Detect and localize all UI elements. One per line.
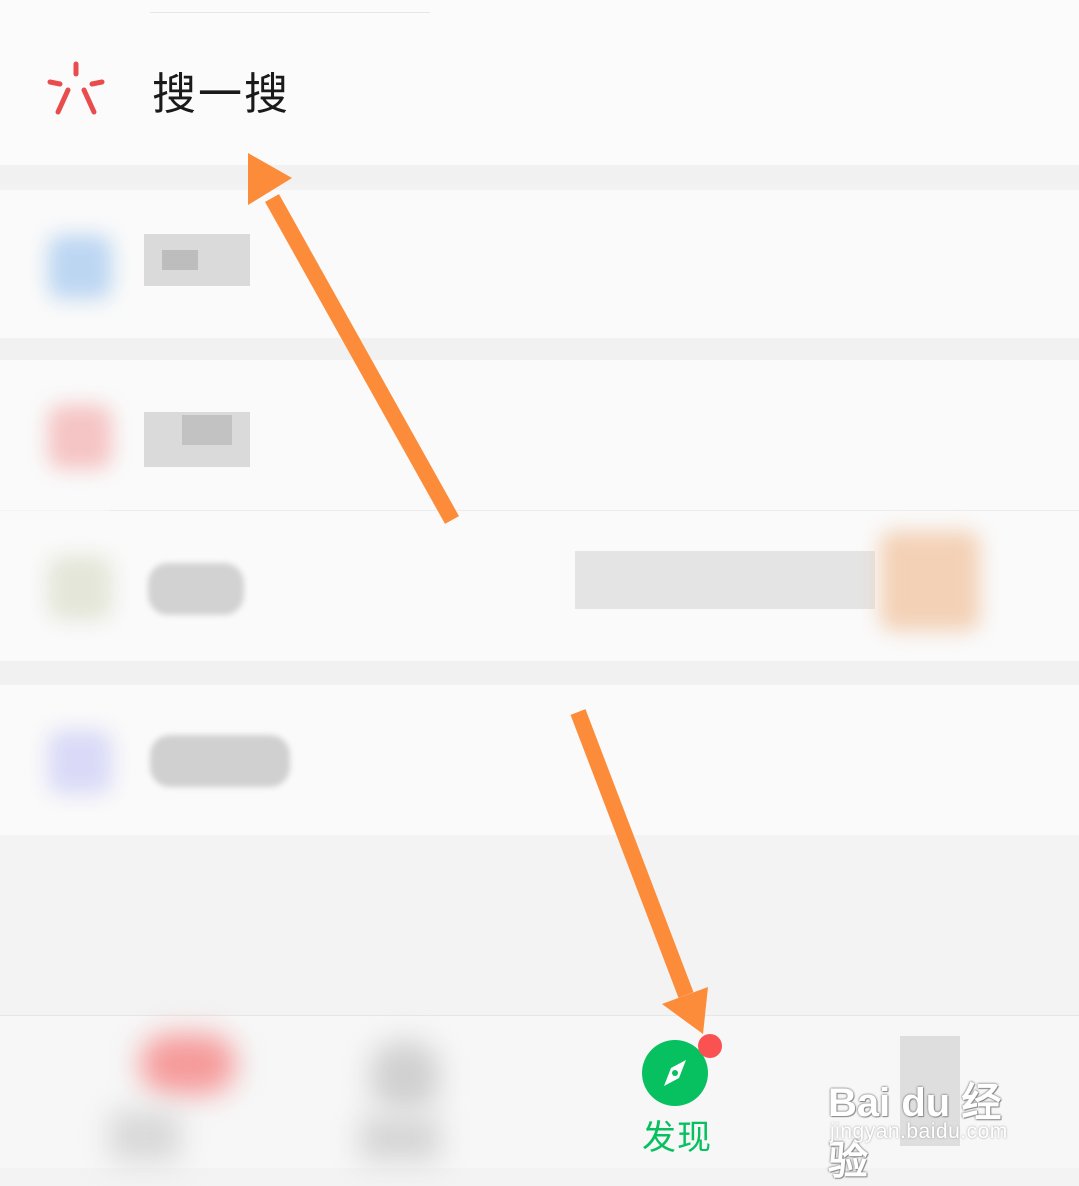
arrow-to-discover [570,709,708,1034]
annotation-arrows [248,153,708,1034]
arrow-to-search [248,153,459,524]
